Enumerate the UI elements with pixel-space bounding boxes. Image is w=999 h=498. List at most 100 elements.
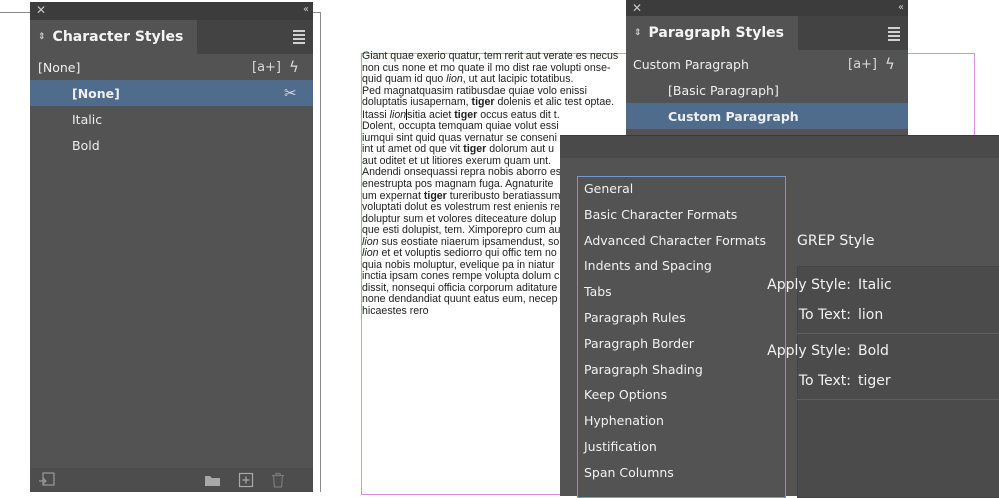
bold-run: tiger	[454, 108, 478, 121]
text-run: doluptatis iusapernam,	[362, 97, 472, 109]
close-icon[interactable]: ✕	[632, 1, 642, 15]
category-item[interactable]: Paragraph Border	[584, 336, 694, 351]
grep-rule-divider	[797, 399, 999, 400]
text-run: um expernat	[362, 190, 424, 202]
style-item-italic[interactable]: Italic	[30, 106, 313, 132]
folder-icon[interactable]	[204, 473, 222, 487]
category-item[interactable]: Span Columns	[584, 465, 674, 480]
text-run: dolenis et alic test optae.	[494, 97, 615, 109]
bold-run: tiger	[463, 144, 487, 156]
text-run: sitia aciet	[407, 108, 455, 121]
text-line: Dolent, occupta temquam quiae volut essi	[362, 121, 622, 133]
apply-style-value[interactable]: Italic	[858, 277, 892, 293]
dialog-title-bar[interactable]	[560, 136, 999, 158]
category-item[interactable]: Keep Options	[584, 387, 667, 402]
paragraph-style-options-dialog: General Basic Character Formats Advanced C…	[560, 135, 999, 498]
style-item-basic-paragraph[interactable]: [Basic Paragraph]	[626, 77, 908, 103]
text-run: sus eostiate niaerum ipsamendust, so	[378, 236, 560, 248]
text-run: quid quam id quo	[362, 74, 447, 86]
panel-tab-row: ⇕ Paragraph Styles	[626, 16, 908, 50]
character-styles-panel: ✕ ‹‹ ⇕ Character Styles [None] [a+] ϟ [N…	[30, 2, 313, 492]
to-text-label: To Text:	[798, 373, 851, 389]
close-icon[interactable]: ✕	[36, 3, 46, 17]
text-run: tureribusto beratiassum	[446, 190, 561, 202]
text-run: que esti dolupist, tem. Ximporepro cum a…	[362, 225, 561, 237]
panel-title-bar[interactable]: ✕ ‹‹	[30, 2, 313, 20]
bold-run: tiger	[423, 190, 447, 202]
panel-menu-icon[interactable]	[293, 30, 305, 46]
create-style-icon[interactable]: [a+]	[252, 60, 281, 75]
current-style-label: [None]	[38, 59, 81, 75]
new-style-icon[interactable]	[238, 472, 254, 488]
category-list[interactable]: General Basic Character Formats Advanced C…	[577, 176, 786, 498]
collapse-icon[interactable]: ‹‹	[898, 2, 904, 13]
style-item-none[interactable]: [None] ✂	[30, 80, 313, 106]
no-edit-icon: ✂	[284, 84, 297, 102]
text-run: none dendandiat quunt eatus eum, necep	[362, 294, 558, 306]
text-run: dolorum aut u	[486, 144, 554, 156]
text-line: Ped magnatquasim ratibusdae quiae volo e…	[362, 86, 622, 98]
style-item-bold[interactable]: Bold	[30, 132, 313, 158]
text-run: Andendi onsequassi repra nobis aborro es	[362, 167, 562, 179]
category-item[interactable]: Tabs	[584, 284, 612, 299]
to-text-value[interactable]: lion	[858, 307, 883, 323]
text-run: , ut aut lacipic totatibus.	[462, 74, 574, 86]
text-run: quia nobis moluptur, evelique pa in niat…	[362, 259, 555, 271]
bold-run: tiger	[471, 97, 495, 109]
current-style-row: Custom Paragraph [a+] ϟ	[626, 51, 908, 77]
text-run: Giant quae exerio quatur, tem rerit aut …	[362, 51, 619, 62]
tab-character-styles[interactable]: ⇕ Character Styles	[30, 20, 198, 54]
italic-run: lion	[446, 74, 463, 86]
style-item-label: Custom Paragraph	[668, 108, 799, 124]
text-run: Dolent, occupta temquam quiae volut essi	[362, 121, 559, 133]
text-run: occus eatus dit t.	[477, 108, 560, 121]
category-item[interactable]: Basic Character Formats	[584, 207, 737, 222]
category-item[interactable]: Advanced Character Formats	[584, 233, 766, 248]
text-run: iumqui sint quid quas vernatur se consen…	[362, 132, 557, 144]
style-item-custom-paragraph[interactable]: Custom Paragraph	[626, 103, 908, 129]
style-item-label: Bold	[72, 137, 100, 153]
panel-menu-icon[interactable]	[888, 27, 900, 43]
collapse-icon[interactable]: ‹‹	[303, 4, 309, 15]
create-style-icon[interactable]: [a+]	[848, 57, 877, 72]
tab-paragraph-styles[interactable]: ⇕ Paragraph Styles	[626, 16, 798, 50]
panel-tab-row: ⇕ Character Styles	[30, 20, 313, 54]
italic-run: lion	[389, 108, 407, 121]
sort-arrows-icon: ⇕	[634, 28, 642, 38]
text-run: non cus none et mo quate il mo dist rae …	[362, 62, 611, 74]
category-item[interactable]: Hyphenation	[584, 413, 664, 428]
style-item-label: Italic	[72, 111, 103, 127]
panel-title: Paragraph Styles	[648, 25, 784, 41]
text-run: inctia ipsam cones rempe volupta dolum c	[362, 271, 560, 283]
current-style-row: [None] [a+] ϟ	[30, 54, 313, 80]
text-line: non cus none et mo quate il mo dist rae …	[362, 63, 622, 75]
text-line: Itassi lionsitia aciet tiger occus eatus…	[362, 108, 622, 122]
text-line: Giant quae exerio quatur, tem rerit aut …	[362, 51, 622, 63]
category-item[interactable]: Justification	[584, 439, 657, 454]
sort-arrows-icon: ⇕	[38, 32, 46, 42]
category-item[interactable]: Paragraph Shading	[584, 362, 703, 377]
quick-apply-icon[interactable]: ϟ	[289, 58, 299, 76]
text-run: aut oditet et ut litiores exerum quam un…	[362, 155, 552, 167]
apply-style-label: Apply Style:	[767, 277, 851, 293]
text-line: quid quam id quo lion, ut aut lacipic to…	[362, 74, 622, 86]
text-run: voluptati dolut es volestrum rest enieni…	[362, 202, 560, 214]
category-item[interactable]: Paragraph Rules	[584, 310, 686, 325]
paragraph-styles-panel: ✕ ‹‹ ⇕ Paragraph Styles Custom Paragraph…	[626, 0, 908, 140]
category-item[interactable]: General	[584, 181, 633, 196]
to-text-value[interactable]: tiger	[858, 373, 891, 389]
text-run: et et voluptis sediorro qui offic tem no	[378, 248, 557, 260]
category-item[interactable]: Indents and Spacing	[584, 258, 712, 273]
panel-title: Character Styles	[52, 29, 184, 45]
load-styles-icon[interactable]	[38, 472, 56, 488]
current-style-label: Custom Paragraph	[633, 56, 749, 72]
text-run: int ut amet od que vit	[362, 144, 464, 156]
quick-apply-icon[interactable]: ϟ	[885, 55, 895, 73]
style-item-label: [None]	[72, 85, 120, 101]
grep-rule-divider	[797, 333, 999, 334]
apply-style-label: Apply Style:	[767, 343, 851, 359]
trash-icon[interactable]	[270, 472, 286, 488]
apply-style-value[interactable]: Bold	[858, 343, 889, 359]
panel-footer	[30, 468, 313, 492]
text-run: Itassi	[362, 108, 390, 121]
